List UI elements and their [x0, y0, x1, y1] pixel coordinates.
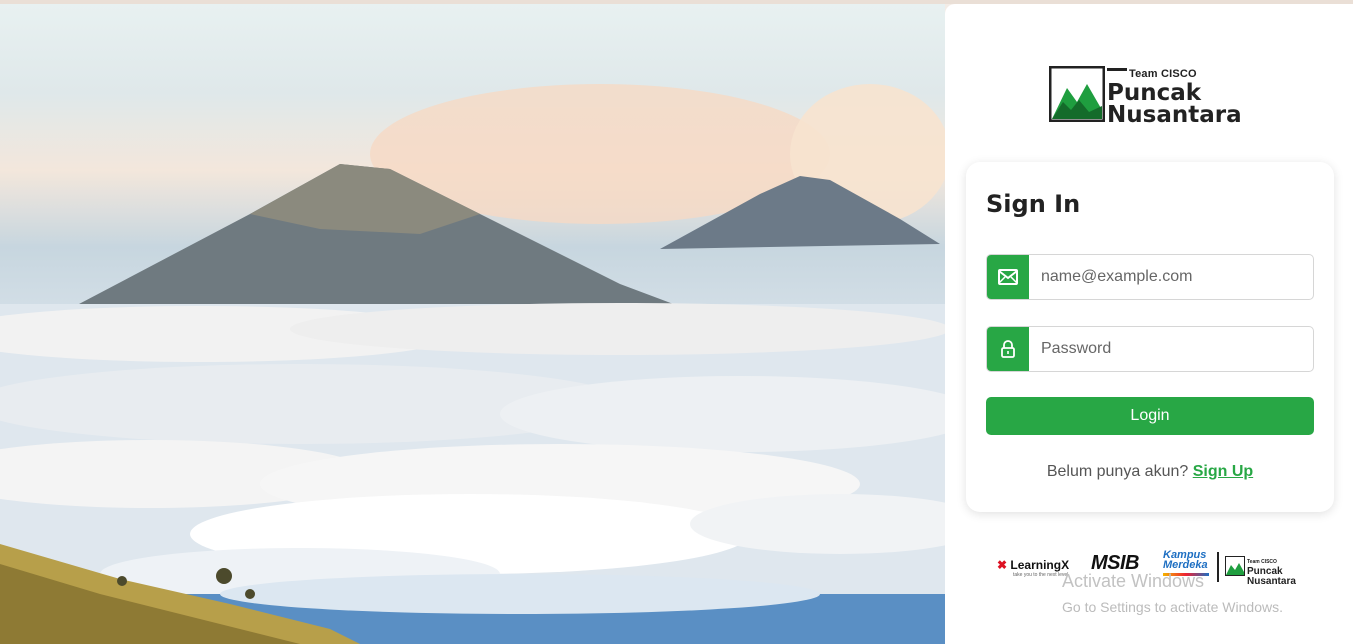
email-input[interactable] [1029, 255, 1311, 299]
password-field-group [986, 326, 1314, 372]
signin-card: Sign In Login Bel [966, 162, 1334, 512]
signup-prompt: Belum punya akun? [1046, 463, 1189, 480]
lock-icon [987, 327, 1029, 371]
hero-mountain-image [0, 4, 945, 644]
envelope-icon [987, 255, 1029, 299]
brand-tagline: Team CISCO [1129, 68, 1197, 80]
watermark-line1: Activate Windows [1062, 571, 1205, 591]
learningx-label: LearningX [1010, 558, 1070, 572]
learningx-logo: ✖ LearningX [997, 558, 1069, 572]
signin-heading: Sign In [986, 190, 1081, 218]
brand-accent-line [1107, 68, 1127, 71]
watermark-line2: Go to Settings to activate Windows. [1062, 598, 1283, 615]
learningx-mark-icon: ✖ [997, 558, 1008, 572]
learningx-subtitle: take you to the next level [1013, 572, 1069, 578]
mountain-landscape [0, 84, 945, 644]
windows-activation-watermark: Activate Windows Go to Settings to activ… [1062, 571, 1283, 615]
signin-panel: Team CISCO Puncak Nusantara Sign In name… [945, 4, 1353, 644]
signup-row: Belum punya akun? Sign Up [966, 463, 1334, 481]
brand-logo-block: Team CISCO Puncak Nusantara [1049, 62, 1255, 128]
email-field-group [986, 254, 1314, 300]
brand-title-line2: Nusantara [1107, 102, 1242, 128]
kampus-line2: Merdeka [1163, 559, 1208, 571]
mountain-logo-icon [1049, 66, 1105, 122]
signup-link[interactable]: Sign Up [1193, 463, 1253, 480]
password-input[interactable] [1029, 327, 1311, 371]
puncak-mini-tag: Team CISCO [1247, 559, 1277, 565]
login-button[interactable]: Login [986, 397, 1314, 435]
